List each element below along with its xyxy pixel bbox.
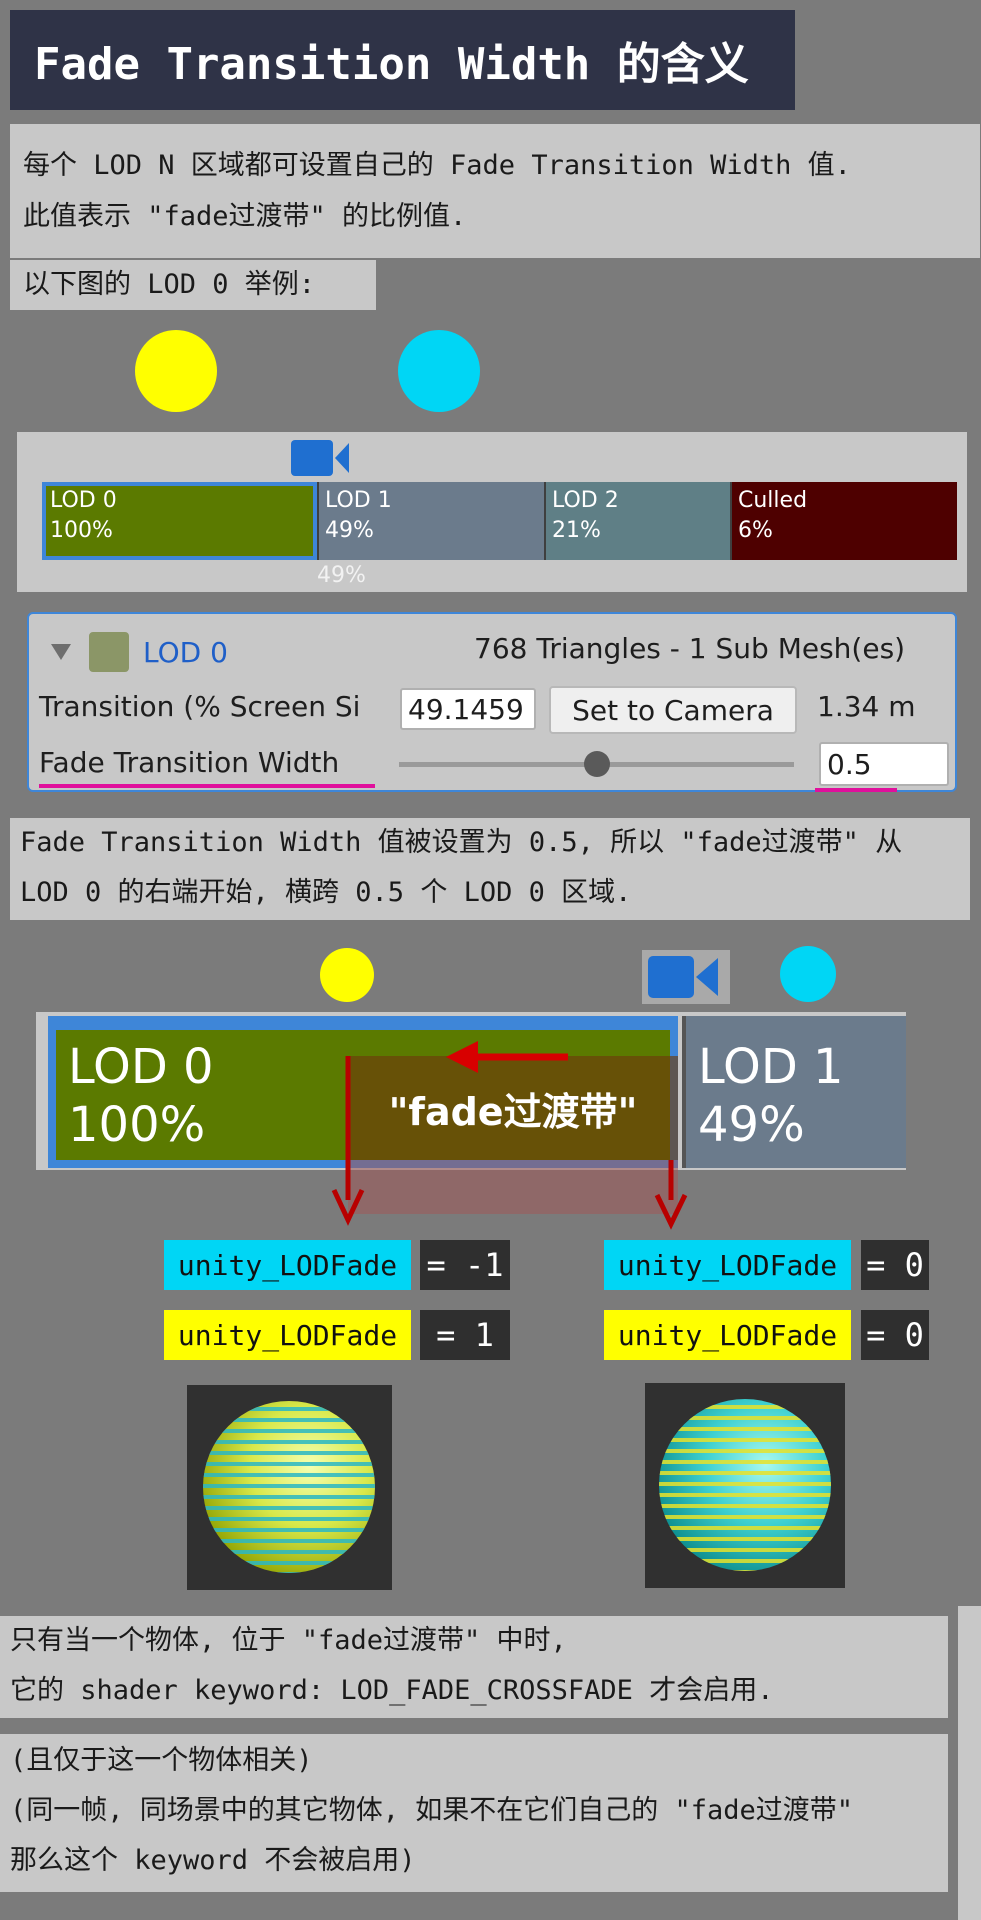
lodfade-yellow-right-label: unity_LODFade — [604, 1310, 851, 1360]
footnote-note: (且仅于这一个物体相关) (同一帧, 同场景中的其它物体, 如果不在它们自己的 … — [0, 1734, 948, 1892]
footnote-line-1: (且仅于这一个物体相关) — [10, 1745, 313, 1776]
arrow-left-icon — [446, 1041, 568, 1073]
arrow-down-icon — [331, 1056, 365, 1226]
footnote-line-3: 那么这个 keyword 不会被启用) — [10, 1845, 416, 1876]
sphere-preview-left — [187, 1385, 392, 1590]
arrow-down-icon — [654, 1160, 688, 1230]
lodfade-yellow-left-value: = 1 — [420, 1310, 510, 1360]
sphere-preview-right — [645, 1383, 845, 1588]
lodfade-yellow-left-label: unity_LODFade — [164, 1310, 411, 1360]
right-edge-strip — [958, 1606, 981, 1920]
footnote-line-2: (同一帧, 同场景中的其它物体, 如果不在它们自己的 "fade过渡带" — [10, 1795, 854, 1826]
conclusion-note: 只有当一个物体, 位于 "fade过渡带" 中时, 它的 shader keyw… — [0, 1616, 948, 1718]
lodfade-cyan-left-label: unity_LODFade — [164, 1240, 411, 1290]
lodfade-cyan-left-value: = -1 — [420, 1240, 510, 1290]
conclusion-line-1: 只有当一个物体, 位于 "fade过渡带" 中时, — [10, 1625, 567, 1656]
lodfade-yellow-right-value: = 0 — [861, 1310, 929, 1360]
lodfade-cyan-right-label: unity_LODFade — [604, 1240, 851, 1290]
conclusion-line-2: 它的 shader keyword: LOD_FADE_CROSSFADE 才会… — [10, 1675, 774, 1706]
lodfade-cyan-right-value: = 0 — [861, 1240, 929, 1290]
